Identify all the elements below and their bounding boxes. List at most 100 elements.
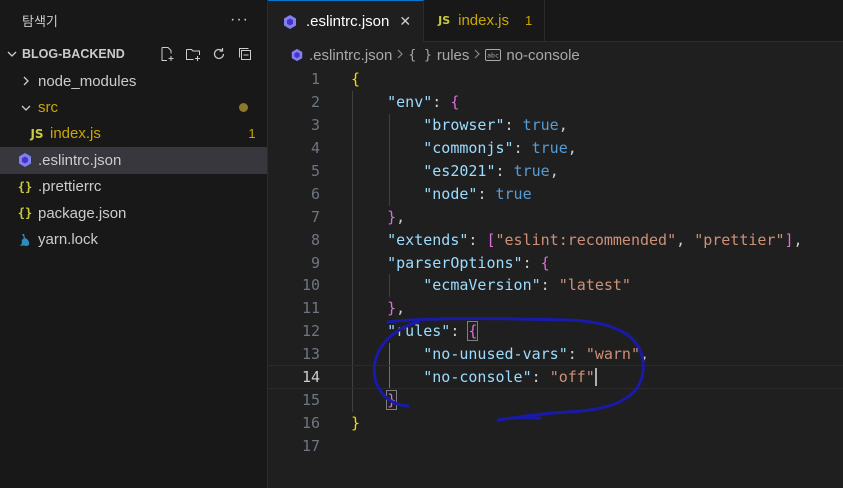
code-line: 7 },: [268, 205, 843, 228]
tree-item-label: .prettierrc: [38, 178, 102, 196]
modified-dot-icon: [239, 103, 248, 113]
workspace-title: BLOG-BACKEND: [22, 47, 125, 61]
tree-item-yarn-lock[interactable]: yarn.lock: [0, 226, 267, 252]
workspace-section-header[interactable]: BLOG-BACKEND: [0, 40, 267, 68]
line-number: 17: [301, 436, 320, 455]
line-number: 11: [301, 299, 320, 318]
code-text: },: [387, 299, 406, 318]
text-cursor: [594, 368, 597, 387]
refresh-icon[interactable]: [211, 46, 227, 62]
code-line: 8 "extends": ["eslint:recommended", "pre…: [268, 228, 843, 251]
line-number: 6: [310, 184, 320, 203]
code-text: },: [387, 207, 406, 226]
code-line: 10 "ecmaVersion": "latest": [268, 274, 843, 297]
line-number: 5: [310, 162, 320, 180]
line-number: 4: [310, 139, 320, 158]
code-line: 15 }: [268, 388, 843, 411]
tree-item-label: yarn.lock: [38, 231, 99, 249]
more-actions-icon[interactable]: ···: [230, 11, 249, 29]
js-file-icon: JS: [438, 14, 451, 27]
code-editor[interactable]: 1 { 2 "env": { 3 "browser": true, 4 "com…: [267, 68, 843, 457]
line-number: 3: [310, 116, 320, 135]
code-text: "ecmaVersion": "latest": [423, 276, 631, 295]
code-line: 6 "node": true: [268, 182, 843, 205]
line-number: 9: [310, 253, 320, 272]
code-text: "env": {: [387, 93, 460, 112]
code-line: 13 "no-unused-vars": "warn",: [268, 343, 843, 366]
new-file-icon[interactable]: [159, 46, 175, 62]
eslint-file-icon: [16, 152, 34, 168]
tab-index-js[interactable]: JS index.js 1: [424, 0, 546, 41]
chevron-right-icon: [396, 47, 404, 64]
code-text: "browser": true,: [423, 116, 568, 135]
tab-label: index.js: [458, 12, 509, 29]
breadcrumb: .eslintrc.json { } rules abc no-console: [268, 42, 843, 68]
breadcrumb-rules[interactable]: rules: [437, 47, 470, 64]
code-text: "no-console": "off": [423, 367, 597, 387]
line-number: 14: [301, 368, 320, 387]
code-text: "no-unused-vars": "warn",: [423, 345, 650, 364]
tree-item-label: src: [38, 99, 58, 117]
code-line: 9 "parserOptions": {: [268, 251, 843, 274]
line-number: 12: [301, 322, 320, 341]
problem-count-badge: 1: [248, 126, 256, 142]
code-line: 5 "es2021": true,: [268, 160, 843, 183]
code-text: "extends": ["eslint:recommended", "prett…: [387, 230, 803, 249]
line-number: 13: [301, 345, 320, 364]
tree-item-node-modules[interactable]: node_modules: [0, 68, 267, 94]
code-text: }: [351, 413, 361, 432]
tree-item-prettierrc[interactable]: {} .prettierrc: [0, 174, 267, 200]
svg-text:abc: abc: [488, 52, 500, 60]
line-number: 15: [301, 390, 320, 409]
explorer-header: 탐색기 ···: [0, 0, 267, 40]
collapse-all-icon[interactable]: [237, 46, 253, 62]
tree-item-package-json[interactable]: {} package.json: [0, 200, 267, 226]
tree-item-src[interactable]: src: [0, 94, 267, 120]
string-value-icon: abc: [485, 49, 502, 61]
tree-item-label: node_modules: [38, 72, 137, 90]
explorer-sidebar: 탐색기 ··· BLOG-BACKEND node_modules src JS…: [0, 0, 268, 488]
code-line-current: 14 "no-console": "off": [267, 364, 843, 390]
js-file-icon: JS: [30, 126, 44, 141]
close-icon[interactable]: ✕: [399, 13, 411, 30]
object-braces-icon: { }: [408, 47, 432, 63]
code-line: 2 "env": {: [268, 91, 843, 114]
editor-area: .eslintrc.json ✕ JS index.js 1 .eslintrc…: [267, 0, 843, 488]
explorer-actions: [159, 46, 267, 62]
code-line: 11 },: [268, 297, 843, 320]
code-text: "commonjs": true,: [423, 139, 577, 158]
code-line: 1 {: [268, 68, 843, 91]
line-number: 1: [310, 70, 320, 89]
eslint-file-icon: [290, 48, 304, 62]
code-text: "node": true: [423, 184, 532, 203]
json-braces-icon: {}: [17, 179, 33, 194]
new-folder-icon[interactable]: [185, 46, 201, 62]
line-number: 16: [301, 413, 320, 432]
breadcrumb-file[interactable]: .eslintrc.json: [309, 47, 392, 64]
eslint-file-icon: [282, 14, 298, 30]
json-braces-icon: {}: [17, 206, 33, 221]
tree-item-label: .eslintrc.json: [38, 151, 122, 169]
code-text: "es2021": true,: [423, 162, 559, 180]
chevron-down-icon[interactable]: [4, 48, 20, 60]
line-number: 7: [310, 207, 320, 226]
tree-item-label: package.json: [38, 204, 127, 222]
tab-bar: .eslintrc.json ✕ JS index.js 1: [268, 0, 843, 42]
tab-eslintrc[interactable]: .eslintrc.json ✕: [268, 0, 425, 42]
breadcrumb-item[interactable]: no-console: [506, 47, 579, 64]
line-number: 10: [301, 276, 320, 295]
code-line: 12 "rules": {: [268, 320, 843, 343]
code-line: 3 "browser": true,: [268, 114, 843, 137]
tree-item-eslintrc[interactable]: .eslintrc.json: [0, 147, 267, 174]
tree-item-label: index.js: [50, 125, 101, 143]
line-number: 2: [310, 93, 320, 112]
tree-item-index-js[interactable]: JS index.js 1: [0, 121, 267, 147]
code-line: 17: [268, 434, 843, 457]
code-text: "parserOptions": {: [387, 253, 550, 272]
explorer-title: 탐색기: [22, 13, 58, 29]
code-line: 16 }: [268, 411, 843, 434]
code-text: "rules": {: [387, 321, 479, 342]
problem-count-badge: 1: [524, 13, 533, 28]
tab-label: .eslintrc.json: [306, 13, 390, 30]
code-text: {: [351, 70, 361, 89]
